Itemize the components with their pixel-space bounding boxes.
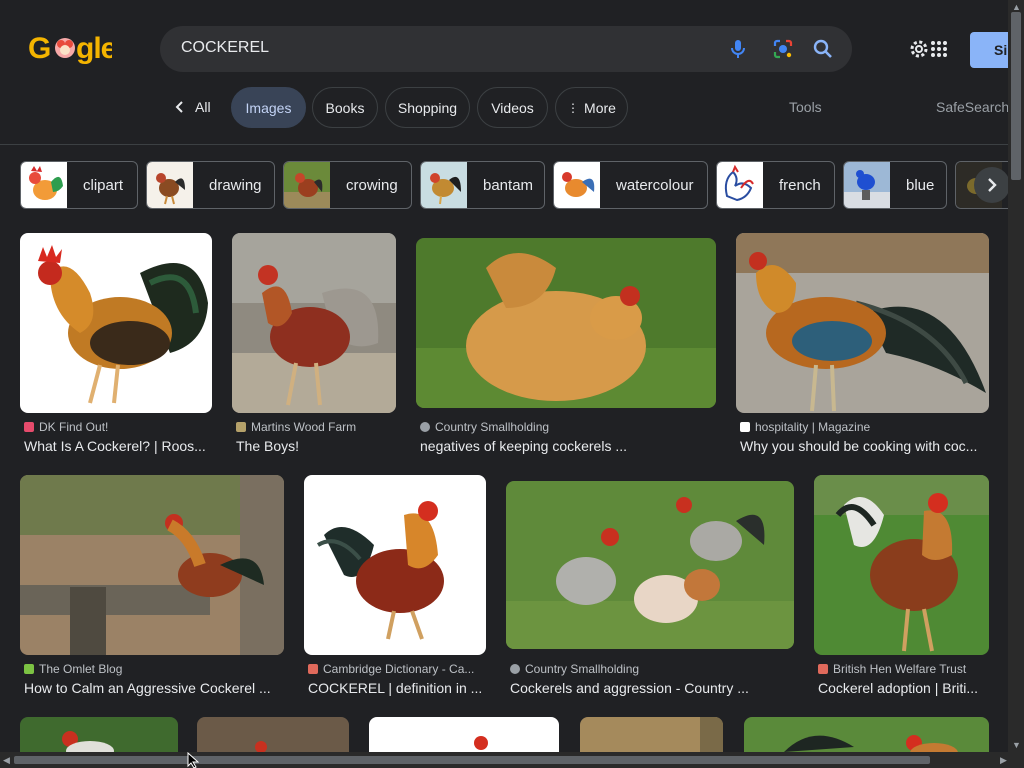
google-doodle-logo[interactable]: G gle (28, 30, 118, 66)
scroll-right-arrow-icon[interactable]: ▶ (1000, 755, 1007, 766)
favicon-icon (818, 664, 828, 674)
result-title[interactable]: The Boys! (236, 438, 396, 454)
chip-crowing[interactable]: crowing (283, 161, 412, 209)
result-image[interactable] (20, 233, 212, 413)
favicon-icon (236, 422, 246, 432)
chip-thumbnail (717, 162, 763, 208)
camera-lens-icon[interactable] (772, 38, 794, 60)
gear-icon[interactable] (908, 38, 930, 60)
result-image[interactable] (304, 475, 486, 655)
result-title[interactable]: COCKEREL | definition in ... (308, 680, 486, 696)
scroll-up-arrow-icon[interactable]: ▲ (1012, 2, 1021, 12)
result-image[interactable] (506, 481, 794, 649)
search-box[interactable]: COCKEREL (160, 26, 852, 72)
globe-icon (510, 664, 520, 674)
tab-more-label: More (584, 99, 616, 116)
svg-text:G: G (28, 32, 50, 65)
result-source[interactable]: Country Smallholding (420, 420, 549, 434)
chip-thumbnail (284, 162, 330, 208)
result-title[interactable]: negatives of keeping cockerels ... (420, 438, 716, 454)
result-source[interactable]: The Omlet Blog (24, 662, 122, 676)
result-image[interactable] (736, 233, 989, 413)
result-source-name: The Omlet Blog (39, 662, 123, 676)
scroll-down-arrow-icon[interactable]: ▼ (1012, 740, 1021, 750)
result-title[interactable]: Why you should be cooking with coc... (740, 438, 985, 454)
chip-label: clipart (83, 176, 124, 194)
result-title[interactable]: Cockerels and aggression - Country ... (510, 680, 794, 696)
result-image[interactable] (20, 717, 178, 752)
result-source-name: Cambridge Dictionary - Ca... (323, 662, 475, 676)
chip-label: bantam (483, 176, 534, 194)
globe-icon (420, 422, 430, 432)
chips-next-button[interactable] (974, 167, 1010, 203)
favicon-icon (24, 664, 34, 674)
chevron-left-icon[interactable] (174, 100, 184, 114)
result-title[interactable]: Cockerel adoption | Briti... (818, 680, 989, 696)
result-image[interactable] (197, 717, 349, 752)
result-title[interactable]: How to Calm an Aggressive Cockerel ... (24, 680, 284, 696)
result-source[interactable]: British Hen Welfare Trust (818, 662, 966, 676)
result-source-name: DK Find Out! (39, 420, 109, 434)
mouse-cursor-icon (187, 751, 200, 768)
result-source-name: Country Smallholding (525, 662, 640, 676)
result-source[interactable]: Cambridge Dictionary - Ca... (308, 662, 474, 676)
tab-books[interactable]: Books (312, 87, 378, 128)
chip-thumbnail (147, 162, 193, 208)
result-image[interactable] (369, 717, 559, 752)
chip-thumbnail (421, 162, 467, 208)
tab-all[interactable]: All (195, 99, 211, 115)
tab-images[interactable]: Images (231, 87, 306, 128)
google-images-page: G gle COCKEREL Si All Images Books Shopp… (0, 0, 1024, 768)
horizontal-scrollbar-thumb[interactable] (14, 756, 930, 764)
chip-label: french (779, 176, 821, 194)
chevron-right-icon (988, 178, 997, 192)
chip-label: blue (906, 176, 935, 194)
result-source-name: Country Smallholding (435, 420, 550, 434)
tab-videos[interactable]: Videos (477, 87, 548, 128)
favicon-icon (740, 422, 750, 432)
result-image[interactable] (232, 233, 396, 413)
chip-label: crowing (346, 176, 398, 194)
tab-more[interactable]: ⋮ More (555, 87, 628, 128)
result-image[interactable] (416, 238, 716, 408)
favicon-icon (308, 664, 318, 674)
chip-bantam[interactable]: bantam (420, 161, 545, 209)
vertical-scrollbar-thumb[interactable] (1011, 12, 1021, 180)
chip-watercolour[interactable]: watercolour (553, 161, 708, 209)
result-image[interactable] (814, 475, 989, 655)
more-vert-icon: ⋮ (567, 100, 580, 115)
chip-thumbnail (21, 162, 67, 208)
apps-grid-icon[interactable] (930, 40, 948, 58)
header-divider (0, 144, 1008, 145)
scroll-left-arrow-icon[interactable]: ◀ (3, 755, 10, 766)
chip-blue[interactable]: blue (843, 161, 947, 209)
result-image[interactable] (744, 717, 989, 752)
microphone-icon[interactable] (727, 38, 749, 60)
search-input[interactable]: COCKEREL (181, 39, 269, 57)
chip-french[interactable]: french (716, 161, 835, 209)
result-source-name: British Hen Welfare Trust (833, 662, 967, 676)
result-source[interactable]: Martins Wood Farm (236, 420, 356, 434)
favicon-icon (24, 422, 34, 432)
result-source[interactable]: hospitality | Magazine (740, 420, 870, 434)
tab-shopping[interactable]: Shopping (385, 87, 470, 128)
result-title[interactable]: What Is A Cockerel? | Roos... (24, 438, 212, 454)
safesearch-button[interactable]: SafeSearch (936, 99, 1009, 115)
result-source-name: Martins Wood Farm (251, 420, 357, 434)
chip-label: drawing (209, 176, 262, 194)
chip-drawing[interactable]: drawing (146, 161, 275, 209)
result-source[interactable]: Country Smallholding (510, 662, 639, 676)
result-source-name: hospitality | Magazine (755, 420, 871, 434)
result-source[interactable]: DK Find Out! (24, 420, 108, 434)
result-image[interactable] (580, 717, 723, 752)
search-icon[interactable] (812, 38, 834, 60)
result-image[interactable] (20, 475, 284, 655)
chip-thumbnail (844, 162, 890, 208)
chip-clipart[interactable]: clipart (20, 161, 138, 209)
chip-label: watercolour (616, 176, 694, 194)
chip-thumbnail (554, 162, 600, 208)
svg-text:gle: gle (76, 32, 112, 65)
tools-button[interactable]: Tools (789, 99, 822, 115)
